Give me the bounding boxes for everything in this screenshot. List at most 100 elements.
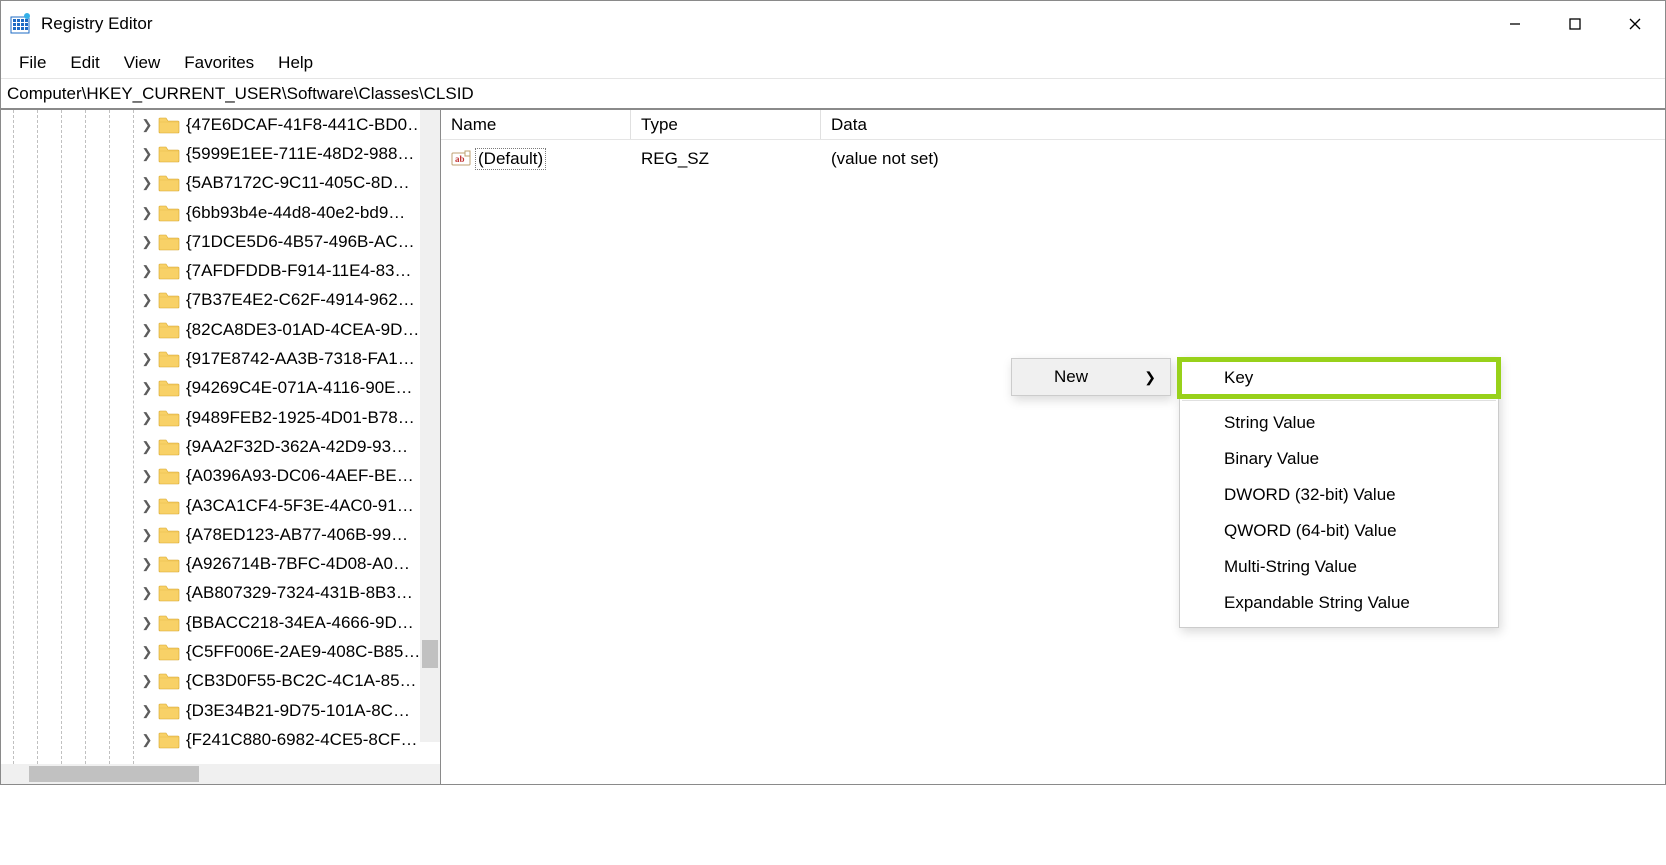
tree-scrollbar-vertical[interactable]	[420, 110, 440, 742]
tree-item[interactable]: ❯ {A0396A93-DC06-4AEF-BE…	[141, 462, 440, 491]
folder-icon	[158, 409, 180, 427]
tree-item[interactable]: ❯{82CA8DE3-01AD-4CEA-9D…	[141, 315, 440, 344]
window: Registry Editor File Edit View Favorites…	[0, 0, 1666, 785]
regedit-icon	[9, 13, 31, 35]
tree-item-label: {5999E1EE-711E-48D2-988…	[186, 144, 414, 164]
menu-view[interactable]: View	[112, 49, 173, 77]
chevron-right-icon[interactable]: ❯	[141, 380, 153, 396]
tree-scrollbar-horizontal[interactable]	[1, 764, 440, 784]
folder-icon	[158, 467, 180, 485]
tree-item-label: {7AFDFDDB-F914-11E4-83…	[186, 261, 412, 281]
tree-item[interactable]: ❯{AB807329-7324-431B-8B3…	[141, 579, 440, 608]
menu-edit[interactable]: Edit	[58, 49, 111, 77]
tree-item[interactable]: ❯{A78ED123-AB77-406B-99…	[141, 520, 440, 549]
chevron-right-icon[interactable]: ❯	[141, 585, 153, 601]
chevron-right-icon[interactable]: ❯	[141, 146, 153, 162]
column-name[interactable]: Name	[441, 110, 631, 139]
folder-icon	[158, 321, 180, 339]
maximize-button[interactable]	[1545, 1, 1605, 47]
tree-item[interactable]: ❯{C5FF006E-2AE9-408C-B85…	[141, 637, 440, 666]
chevron-right-icon[interactable]: ❯	[141, 703, 153, 719]
tree-item[interactable]: ❯ {9489FEB2-1925-4D01-B78…	[141, 403, 440, 432]
tree-item-label: {7B37E4E2-C62F-4914-962…	[186, 290, 415, 310]
chevron-right-icon[interactable]: ❯	[141, 732, 153, 748]
chevron-right-icon[interactable]: ❯	[141, 468, 153, 484]
tree-item-label: {9AA2F32D-362A-42D9-93…	[186, 437, 408, 457]
chevron-right-icon[interactable]: ❯	[141, 673, 153, 689]
ctx-new-key[interactable]: Key	[1180, 360, 1498, 396]
chevron-right-icon[interactable]: ❯	[141, 527, 153, 543]
ctx-new-dword[interactable]: DWORD (32-bit) Value	[1180, 477, 1498, 513]
tree-item-label: {94269C4E-071A-4116-90E…	[186, 378, 413, 398]
chevron-right-icon[interactable]: ❯	[141, 234, 153, 250]
tree-item[interactable]: ❯{5AB7172C-9C11-405C-8D…	[141, 169, 440, 198]
chevron-right-icon[interactable]: ❯	[141, 292, 153, 308]
ctx-new-binary[interactable]: Binary Value	[1180, 441, 1498, 477]
ctx-new-string[interactable]: String Value	[1180, 405, 1498, 441]
ctx-new-expandstring[interactable]: Expandable String Value	[1180, 585, 1498, 621]
chevron-right-icon[interactable]: ❯	[141, 351, 153, 367]
chevron-right-icon[interactable]: ❯	[141, 205, 153, 221]
chevron-right-icon[interactable]: ❯	[141, 644, 153, 660]
chevron-right-icon[interactable]: ❯	[141, 439, 153, 455]
menu-bar: File Edit View Favorites Help	[1, 47, 1665, 79]
tree-item[interactable]: ❯{F241C880-6982-4CE5-8CF…	[141, 725, 440, 754]
chevron-right-icon[interactable]: ❯	[141, 263, 153, 279]
folder-icon	[158, 379, 180, 397]
menu-file[interactable]: File	[7, 49, 58, 77]
tree-item[interactable]: ❯ {A3CA1CF4-5F3E-4AC0-91…	[141, 491, 440, 520]
folder-icon	[158, 204, 180, 222]
ctx-new[interactable]: New ❯	[1012, 359, 1170, 395]
string-value-icon: ab	[451, 149, 471, 169]
column-data[interactable]: Data	[821, 110, 1665, 139]
chevron-right-icon[interactable]: ❯	[141, 556, 153, 572]
details-pane[interactable]: Name Type Data ab(Default)REG_SZ(value n…	[441, 110, 1665, 784]
ctx-new-multistring[interactable]: Multi-String Value	[1180, 549, 1498, 585]
tree-item[interactable]: ❯{BBACC218-34EA-4666-9D…	[141, 608, 440, 637]
scrollbar-thumb[interactable]	[29, 766, 199, 782]
chevron-right-icon[interactable]: ❯	[141, 322, 153, 338]
tree-item-label: {6bb93b4e-44d8-40e2-bd9…	[186, 203, 405, 223]
tree-item[interactable]: ❯ {5999E1EE-711E-48D2-988…	[141, 139, 440, 168]
tree-item-label: {CB3D0F55-BC2C-4C1A-85…	[186, 671, 417, 691]
context-submenu-new: Key String Value Binary Value DWORD (32-…	[1179, 357, 1499, 628]
tree-item-label: {D3E34B21-9D75-101A-8C…	[186, 701, 410, 721]
tree-item[interactable]: ❯{917E8742-AA3B-7318-FA1…	[141, 344, 440, 373]
folder-icon	[158, 291, 180, 309]
tree-item-label: {47E6DCAF-41F8-441C-BD0…	[186, 115, 424, 135]
tree-item[interactable]: ❯ {7B37E4E2-C62F-4914-962…	[141, 286, 440, 315]
chevron-right-icon[interactable]: ❯	[141, 615, 153, 631]
tree-item[interactable]: ❯ {47E6DCAF-41F8-441C-BD0…	[141, 110, 440, 139]
menu-favorites[interactable]: Favorites	[172, 49, 266, 77]
folder-icon	[158, 438, 180, 456]
folder-icon	[158, 233, 180, 251]
chevron-right-icon[interactable]: ❯	[141, 175, 153, 191]
scrollbar-thumb[interactable]	[422, 640, 438, 668]
tree-item-label: {9489FEB2-1925-4D01-B78…	[186, 408, 415, 428]
details-row[interactable]: ab(Default)REG_SZ(value not set)	[441, 144, 1665, 174]
tree-item[interactable]: ❯ {9AA2F32D-362A-42D9-93…	[141, 432, 440, 461]
minimize-button[interactable]	[1485, 1, 1545, 47]
tree-item[interactable]: ❯ {6bb93b4e-44d8-40e2-bd9…	[141, 198, 440, 227]
tree-item[interactable]: ❯ {D3E34B21-9D75-101A-8C…	[141, 696, 440, 725]
close-button[interactable]	[1605, 1, 1665, 47]
tree-view[interactable]: ❯ {47E6DCAF-41F8-441C-BD0… ❯ {5999E1EE-711E…	[1, 110, 441, 784]
address-text: Computer\HKEY_CURRENT_USER\Software\Clas…	[7, 84, 474, 104]
address-bar[interactable]: Computer\HKEY_CURRENT_USER\Software\Clas…	[1, 79, 1665, 109]
folder-icon	[158, 145, 180, 163]
tree-item[interactable]: ❯{71DCE5D6-4B57-496B-AC…	[141, 227, 440, 256]
ctx-new-label: New	[1054, 367, 1088, 387]
tree-item-label: {A0396A93-DC06-4AEF-BE…	[186, 466, 414, 486]
menu-help[interactable]: Help	[266, 49, 325, 77]
chevron-right-icon[interactable]: ❯	[141, 410, 153, 426]
tree-item[interactable]: ❯ {CB3D0F55-BC2C-4C1A-85…	[141, 667, 440, 696]
chevron-right-icon[interactable]: ❯	[141, 117, 153, 133]
tree-item[interactable]: ❯ {7AFDFDDB-F914-11E4-83…	[141, 256, 440, 285]
ctx-new-qword[interactable]: QWORD (64-bit) Value	[1180, 513, 1498, 549]
column-type[interactable]: Type	[631, 110, 821, 139]
tree-item[interactable]: ❯ {94269C4E-071A-4116-90E…	[141, 374, 440, 403]
window-title: Registry Editor	[41, 14, 152, 34]
tree-item-label: {A3CA1CF4-5F3E-4AC0-91…	[186, 496, 414, 516]
chevron-right-icon[interactable]: ❯	[141, 498, 153, 514]
tree-item[interactable]: ❯{A926714B-7BFC-4D08-A0…	[141, 549, 440, 578]
